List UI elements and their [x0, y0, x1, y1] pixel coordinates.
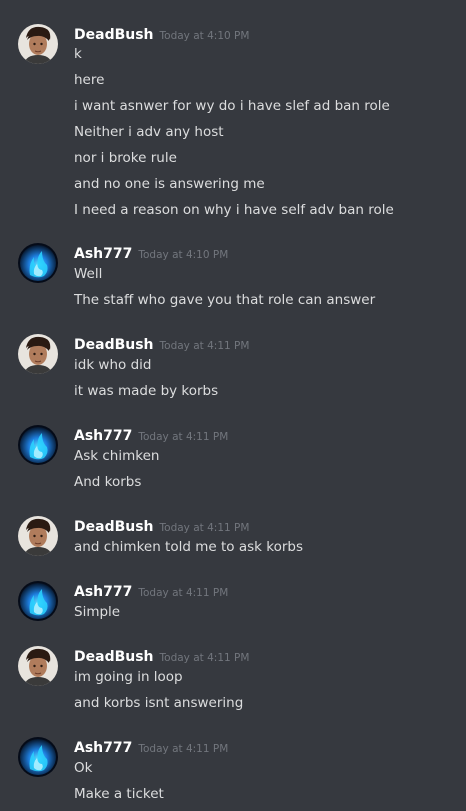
timestamp: Today at 4:11 PM: [159, 522, 250, 534]
message-text: it was made by korbs: [74, 383, 219, 399]
deadbush-avatar-icon[interactable]: [18, 24, 58, 64]
timestamp: Today at 4:11 PM: [159, 340, 250, 352]
timestamp: Today at 4:11 PM: [138, 431, 229, 443]
message-text: i want asnwer for wy do i have slef ad b…: [74, 98, 390, 114]
username[interactable]: Ash777: [74, 584, 132, 600]
deadbush-avatar-icon[interactable]: [18, 334, 58, 374]
ash-avatar-icon[interactable]: [18, 243, 58, 283]
message-text: here: [74, 72, 105, 88]
timestamp: Today at 4:11 PM: [138, 743, 229, 755]
username[interactable]: Ash777: [74, 428, 132, 444]
message-header: DeadBush Today at 4:11 PM: [74, 646, 249, 666]
deadbush-avatar-icon[interactable]: [18, 646, 58, 686]
ash-avatar-icon[interactable]: [18, 425, 58, 465]
message-text: The staff who gave you that role can ans…: [74, 292, 376, 308]
message-text: Neither i adv any host: [74, 124, 224, 140]
message-text: im going in loop: [74, 669, 183, 685]
message-header: DeadBush Today at 4:11 PM: [74, 516, 249, 536]
message-text: Make a ticket: [74, 786, 164, 802]
message-header: Ash777 Today at 4:11 PM: [74, 425, 228, 445]
message-text: Ok: [74, 760, 93, 776]
timestamp: Today at 4:10 PM: [138, 249, 229, 261]
username[interactable]: Ash777: [74, 740, 132, 756]
timestamp: Today at 4:10 PM: [159, 30, 250, 42]
message-header: DeadBush Today at 4:11 PM: [74, 334, 249, 354]
message-text: and korbs isnt answering: [74, 695, 244, 711]
message-text: Ask chimken: [74, 448, 160, 464]
chat-window: { "colors": { "background": "#36393f", "…: [0, 0, 466, 811]
message-text: I need a reason on why i have self adv b…: [74, 202, 394, 218]
username[interactable]: Ash777: [74, 246, 132, 262]
message-text: and chimken told me to ask korbs: [74, 539, 303, 555]
message-header: Ash777 Today at 4:11 PM: [74, 581, 228, 601]
ash-avatar-icon[interactable]: [18, 737, 58, 777]
timestamp: Today at 4:11 PM: [159, 652, 250, 664]
message-text: idk who did: [74, 357, 152, 373]
username[interactable]: DeadBush: [74, 649, 154, 665]
message-header: Ash777 Today at 4:11 PM: [74, 737, 228, 757]
message-header: DeadBush Today at 4:10 PM: [74, 24, 249, 44]
message-text: nor i broke rule: [74, 150, 177, 166]
message-text: Well: [74, 266, 103, 282]
timestamp: Today at 4:11 PM: [138, 587, 229, 599]
username[interactable]: DeadBush: [74, 27, 154, 43]
deadbush-avatar-icon[interactable]: [18, 516, 58, 556]
username[interactable]: DeadBush: [74, 519, 154, 535]
message-header: Ash777 Today at 4:10 PM: [74, 243, 228, 263]
message-text: k: [74, 46, 82, 62]
ash-avatar-icon[interactable]: [18, 581, 58, 621]
message-text: Simple: [74, 604, 121, 620]
username[interactable]: DeadBush: [74, 337, 154, 353]
message-text: and no one is answering me: [74, 176, 265, 192]
message-text: And korbs: [74, 474, 142, 490]
